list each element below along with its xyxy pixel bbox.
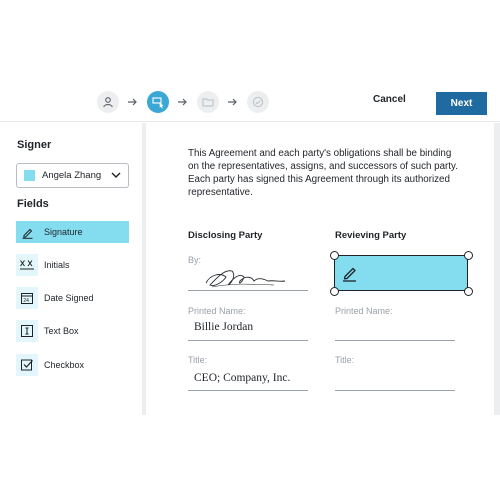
title-line [188,390,308,391]
pen-icon [16,221,38,243]
person-icon [103,97,113,108]
check-circle-icon [252,96,264,108]
title-value: CEO; Company, Inc. [194,372,291,384]
initials-icon [16,254,38,276]
signer-name: Angela Zhang [42,170,102,181]
by-label: By: [188,255,202,265]
receiving-printed-name-label: Printed Name: [335,306,393,316]
signature-field-placeholder[interactable] [334,255,468,291]
fields-sidebar: Signer Angela Zhang Fields Signature Ini… [0,123,146,415]
printed-name-line [188,340,308,341]
step-indicator [97,91,269,113]
step-place-fields[interactable] [147,91,169,113]
receiving-title-label: Title: [335,355,355,365]
arrow-right-icon [119,98,147,106]
field-label: Checkbox [44,360,85,370]
field-label: Initials [44,260,70,270]
printed-name-label: Printed Name: [188,306,246,316]
signer-dropdown[interactable]: Angela Zhang [16,163,129,188]
receiving-party-heading: Revieving Party [335,230,407,241]
arrow-right-icon [219,98,247,106]
cancel-button[interactable]: Cancel [373,94,406,105]
title-label: Title: [188,355,208,365]
folder-icon [202,98,214,107]
resize-handle[interactable] [330,251,339,260]
receiving-printed-name-line [335,340,455,341]
step-signers[interactable] [97,91,119,113]
disclosing-party-heading: Disclosing Party [188,230,263,241]
field-signature[interactable]: Signature [16,221,129,243]
step-send[interactable] [247,91,269,113]
receiving-title-line [335,390,455,391]
step-review[interactable] [197,91,219,113]
field-text-box[interactable]: Text Box [16,320,129,342]
text-cursor-icon [16,320,38,342]
top-toolbar: Cancel Next [0,84,500,122]
field-label: Date Signed [44,293,94,303]
resize-handle[interactable] [330,287,339,296]
arrow-right-icon [169,98,197,106]
field-date-signed[interactable]: 24 Date Signed [16,287,129,309]
signer-color-swatch [24,170,35,181]
calendar-icon: 24 [16,287,38,309]
document-scroll-edge [494,123,500,415]
next-button[interactable]: Next [436,92,487,115]
pen-icon [343,267,356,282]
handwritten-signature [205,270,286,288]
field-checkbox[interactable]: Checkbox [16,354,129,376]
resize-handle[interactable] [464,251,473,260]
chevron-down-icon [111,172,121,178]
signature-line [188,290,308,291]
checkbox-icon [16,354,38,376]
document-page: This Agreement and each party's obligati… [150,123,495,415]
svg-text:24: 24 [23,298,29,304]
printed-name-value: Billie Jordan [194,321,254,333]
field-initials[interactable]: Initials [16,254,129,276]
signer-heading: Signer [17,139,52,151]
place-field-icon [151,96,163,108]
agreement-paragraph: This Agreement and each party's obligati… [188,148,458,198]
field-label: Signature [44,227,83,237]
fields-heading: Fields [17,198,49,210]
field-label: Text Box [44,326,79,336]
resize-handle[interactable] [464,287,473,296]
